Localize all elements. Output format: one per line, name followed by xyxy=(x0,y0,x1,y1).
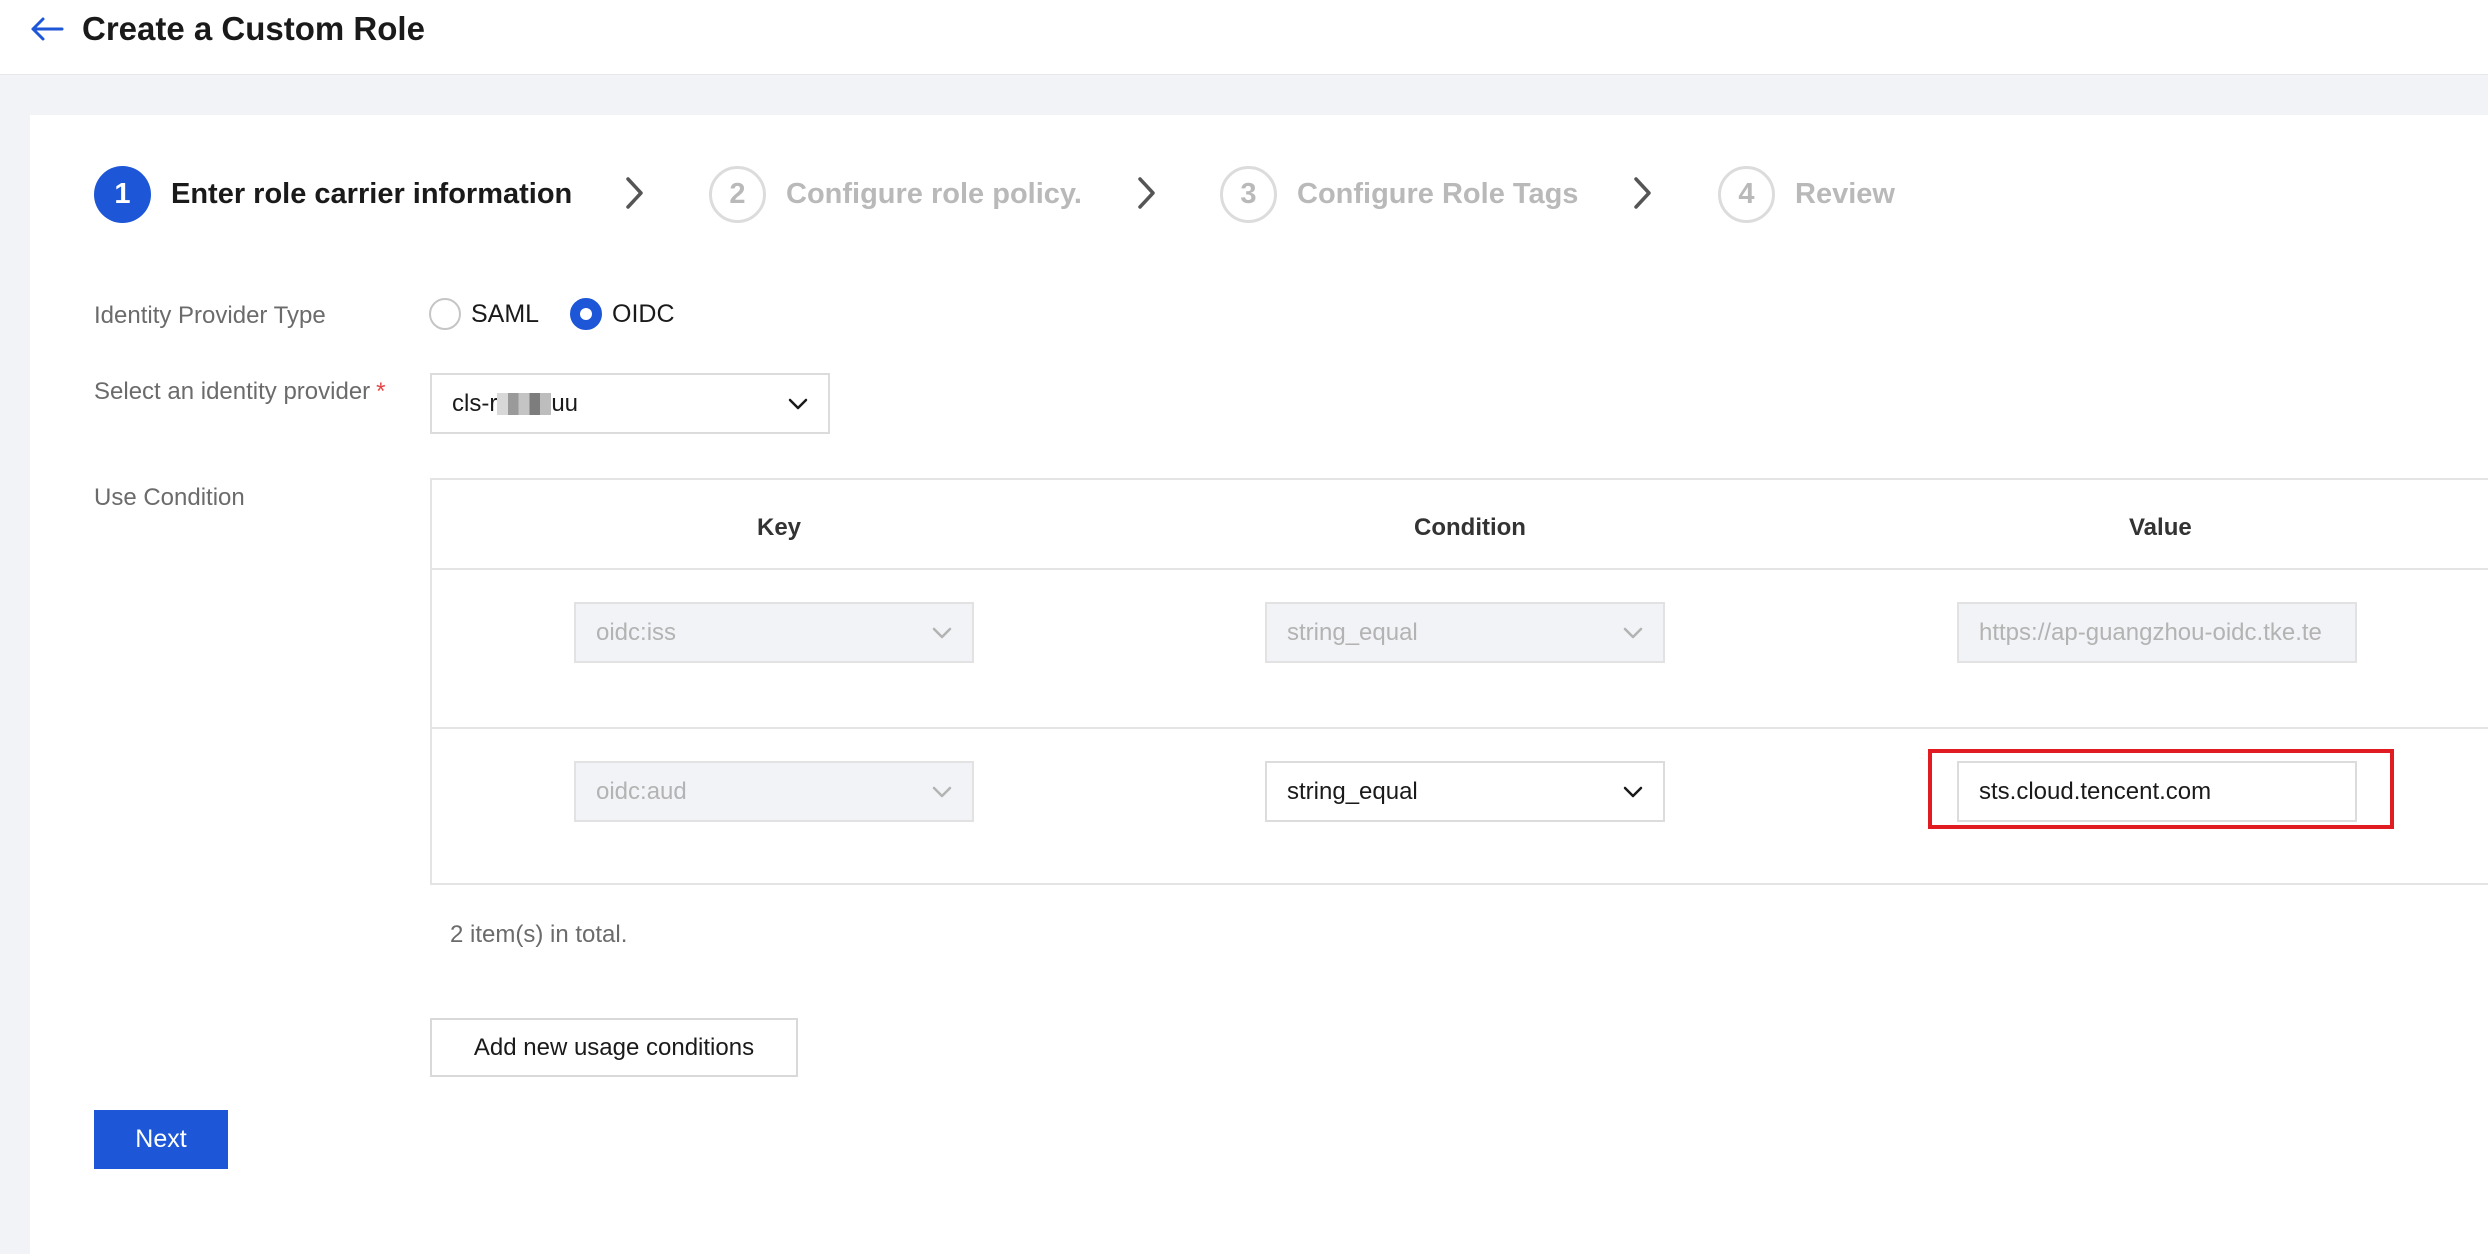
highlight-annotation-box xyxy=(1928,749,2394,829)
step-1: 1 Enter role carrier information xyxy=(94,165,572,223)
step-arrow-icon xyxy=(626,177,643,209)
row-2-key-value: oidc:aud xyxy=(596,777,687,805)
radio-button-unchecked[interactable] xyxy=(429,298,461,330)
table-row-1-key-select: oidc:iss xyxy=(574,602,974,663)
step-3-number: 3 xyxy=(1220,165,1277,223)
step-3: 3 Configure Role Tags xyxy=(1220,165,1578,223)
step-arrow-icon xyxy=(1634,177,1651,209)
step-arrow-icon xyxy=(1138,177,1155,209)
chevron-down-icon xyxy=(1623,627,1643,638)
chevron-down-icon xyxy=(788,398,808,409)
required-mark: * xyxy=(376,378,386,405)
step-1-number: 1 xyxy=(94,165,151,223)
redacted-block xyxy=(497,392,552,415)
step-4-number: 4 xyxy=(1718,165,1775,223)
chevron-down-icon xyxy=(1623,786,1643,797)
idp-select-label-text: Select an identity provider xyxy=(94,378,371,405)
next-button[interactable]: Next xyxy=(94,1110,228,1169)
row-divider xyxy=(432,568,2488,570)
idp-select-value-suffix: uu xyxy=(551,389,579,417)
table-row-2-condition-select[interactable]: string_equal xyxy=(1265,761,1665,822)
table-row-1-condition-select: string_equal xyxy=(1265,602,1665,663)
table-total-count: 2 item(s) in total. xyxy=(450,921,628,948)
radio-saml-label: SAML xyxy=(471,299,540,328)
identity-provider-select[interactable]: cls-r uu xyxy=(430,373,830,434)
row-divider xyxy=(432,727,2488,729)
radio-saml[interactable]: SAML xyxy=(429,298,539,330)
idp-select-value-prefix: cls-r xyxy=(452,389,498,417)
idp-type-label: Identity Provider Type xyxy=(94,302,326,329)
table-header-value: Value xyxy=(2129,514,2192,541)
step-4: 4 Review xyxy=(1718,165,1895,223)
table-row-2-key-select: oidc:aud xyxy=(574,761,974,822)
radio-oidc[interactable]: OIDC xyxy=(570,298,675,330)
back-arrow-icon[interactable] xyxy=(28,14,64,44)
row-1-condition-value: string_equal xyxy=(1287,618,1418,646)
chevron-down-icon xyxy=(932,786,952,797)
add-usage-condition-button[interactable]: Add new usage conditions xyxy=(430,1018,798,1077)
step-4-label: Review xyxy=(1795,177,1895,210)
chevron-down-icon xyxy=(932,627,952,638)
radio-button-checked[interactable] xyxy=(570,298,602,330)
step-3-label: Configure Role Tags xyxy=(1297,177,1579,210)
page-title: Create a Custom Role xyxy=(82,10,425,47)
page-header: Create a Custom Role xyxy=(0,0,2488,75)
table-header-key: Key xyxy=(757,514,802,541)
radio-oidc-label: OIDC xyxy=(612,299,675,328)
table-row-1-value-input: https://ap-guangzhou-oidc.tke.te xyxy=(1957,602,2357,663)
step-2-number: 2 xyxy=(709,165,766,223)
step-2-label: Configure role policy. xyxy=(786,177,1082,210)
use-condition-label: Use Condition xyxy=(94,484,245,511)
step-1-label: Enter role carrier information xyxy=(171,177,573,210)
row-1-key-value: oidc:iss xyxy=(596,618,677,646)
step-2: 2 Configure role policy. xyxy=(709,165,1082,223)
table-header-condition: Condition xyxy=(1414,514,1526,541)
row-2-condition-value: string_equal xyxy=(1287,777,1418,805)
idp-select-label: Select an identity provider * xyxy=(94,378,386,406)
